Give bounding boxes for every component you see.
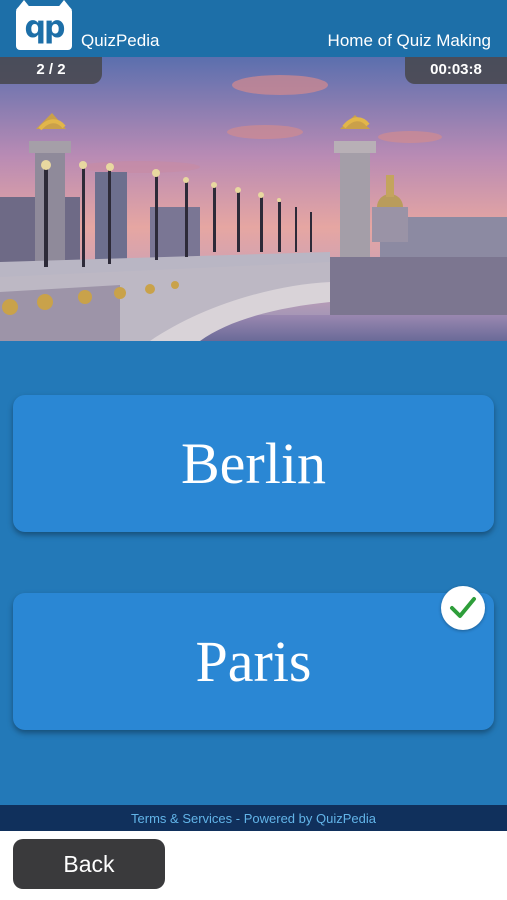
- tagline: Home of Quiz Making: [327, 31, 491, 50]
- paris-bridge-image: [0, 57, 507, 341]
- question-counter: 2 / 2: [0, 57, 102, 84]
- app-name: QuizPedia: [81, 31, 160, 50]
- check-icon: [441, 586, 485, 630]
- logo-text: qp: [24, 10, 66, 45]
- back-button[interactable]: Back: [13, 839, 165, 889]
- question-image: [0, 57, 507, 341]
- quizpedia-logo-icon[interactable]: qp: [16, 0, 72, 50]
- footer-terms-link[interactable]: Terms & Services - Powered by QuizPedia: [0, 805, 507, 831]
- app-header: qp QuizPedia Home of Quiz Making: [0, 0, 507, 57]
- answer-button-berlin[interactable]: Berlin: [13, 395, 494, 532]
- answer-button-paris[interactable]: Paris: [13, 593, 494, 730]
- quiz-timer: 00:03:8: [405, 57, 507, 84]
